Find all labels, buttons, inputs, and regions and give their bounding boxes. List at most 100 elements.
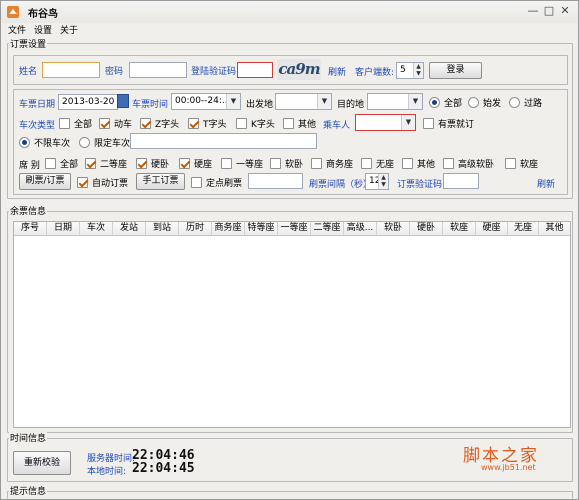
station-radio-passing[interactable]: 过路 — [509, 96, 542, 109]
manual-order-button[interactable]: 手工订票 — [136, 173, 185, 190]
column-header[interactable]: 无座 — [508, 222, 539, 235]
interval-spinner[interactable]: 12 ▲ ▼ — [365, 173, 389, 190]
train-limited-radio[interactable]: 限定车次 — [79, 136, 130, 149]
column-header[interactable]: 历时 — [179, 222, 212, 235]
to-select[interactable]: ▼ — [367, 93, 423, 110]
column-header[interactable]: 发站 — [113, 222, 146, 235]
column-header[interactable]: 到站 — [146, 222, 179, 235]
checkbox-icon — [85, 158, 96, 169]
client-count-spinner[interactable]: 5 ▲ ▼ — [396, 62, 424, 79]
remaining-tickets-table[interactable]: 序号 日期 车次 发站 到站 历时 商务座 特等座 一等座 二等座 高级... … — [13, 221, 571, 428]
has-ticket-checkbox[interactable]: 有票就订 — [423, 117, 474, 130]
column-header[interactable]: 软卧 — [377, 222, 410, 235]
train-type-d-checkbox[interactable]: 动车 — [99, 117, 133, 130]
login-captcha-image[interactable]: ca9m — [277, 59, 321, 80]
name-input[interactable] — [42, 62, 100, 78]
column-header[interactable]: 商务座 — [212, 222, 245, 235]
maximize-button[interactable]: □ — [541, 4, 557, 18]
column-header[interactable]: 序号 — [14, 222, 47, 235]
menu-about[interactable]: 关于 — [60, 23, 78, 36]
time-info-title: 时间信息 — [9, 431, 48, 444]
column-header[interactable]: 一等座 — [278, 222, 311, 235]
seat-soft-seat-label: 软座 — [520, 160, 539, 170]
password-input[interactable] — [129, 62, 187, 78]
column-header[interactable]: 硬卧 — [410, 222, 443, 235]
checkbox-icon — [505, 158, 516, 169]
login-captcha-input[interactable] — [237, 62, 273, 78]
checkbox-icon — [361, 158, 372, 169]
seat-business-checkbox[interactable]: 商务座 — [311, 157, 354, 170]
close-button[interactable]: ✕ — [557, 4, 573, 18]
date-input[interactable]: 2013-03-20 — [58, 94, 118, 110]
seat-deluxe-soft-sleeper-checkbox[interactable]: 高级软卧 — [443, 157, 494, 170]
seat-hard-seat-label: 硬座 — [194, 160, 213, 170]
time-select[interactable]: 00:00--24:... ▼ — [171, 93, 241, 110]
server-time-label: 服务器时间: — [87, 454, 136, 464]
checkbox-icon — [59, 118, 70, 129]
train-type-k-checkbox[interactable]: K字头 — [236, 117, 275, 130]
column-header[interactable]: 特等座 — [245, 222, 278, 235]
seat-label: 席 别 — [19, 161, 40, 171]
station-radio-all[interactable]: 全部 — [429, 96, 462, 109]
refresh-order-button[interactable]: 刷票/订票 — [19, 173, 71, 190]
train-type-t-checkbox[interactable]: T字头 — [188, 117, 227, 130]
seat-no-seat-checkbox[interactable]: 无座 — [361, 157, 394, 170]
chevron-down-icon: ▼ — [408, 94, 422, 109]
train-unlimited-label: 不限车次 — [34, 139, 71, 149]
spinner-arrows-icon[interactable]: ▲ ▼ — [413, 63, 423, 78]
tips-group — [7, 491, 573, 499]
column-header[interactable]: 二等座 — [311, 222, 344, 235]
radio-icon — [79, 137, 90, 148]
seat-soft-sleeper-checkbox[interactable]: 软卧 — [270, 157, 303, 170]
column-header[interactable]: 日期 — [47, 222, 80, 235]
train-type-z-label: Z字头 — [155, 120, 180, 130]
seat-all-checkbox[interactable]: 全部 — [45, 157, 79, 170]
radio-icon — [509, 97, 520, 108]
seat-all-label: 全部 — [60, 160, 79, 170]
timed-refresh-input[interactable] — [248, 173, 303, 189]
seat-business-label: 商务座 — [326, 160, 354, 170]
from-select[interactable]: ▼ — [275, 93, 332, 110]
train-type-d-label: 动车 — [114, 120, 133, 130]
auto-order-checkbox[interactable]: 自动订票 — [77, 176, 128, 189]
menu-settings[interactable]: 设置 — [34, 23, 52, 36]
seat-soft-seat-checkbox[interactable]: 软座 — [505, 157, 539, 170]
spinner-arrows-icon[interactable]: ▲ ▼ — [378, 174, 388, 189]
from-label: 出发地 — [246, 100, 274, 110]
checkbox-icon — [77, 177, 88, 188]
checkbox-icon — [443, 158, 454, 169]
chevron-down-icon: ▼ — [317, 94, 331, 109]
chevron-down-icon: ▼ — [226, 94, 240, 109]
column-header[interactable]: 硬座 — [476, 222, 508, 235]
seat-second-class-checkbox[interactable]: 二等座 — [85, 157, 127, 170]
train-type-other-checkbox[interactable]: 其他 — [283, 117, 316, 130]
train-type-all-checkbox[interactable]: 全部 — [59, 117, 92, 130]
login-button[interactable]: 登录 — [429, 62, 482, 79]
column-header[interactable]: 软座 — [443, 222, 476, 235]
train-unlimited-radio[interactable]: 不限车次 — [19, 136, 71, 149]
station-radio-origin[interactable]: 始发 — [468, 96, 501, 109]
seat-first-class-checkbox[interactable]: 一等座 — [221, 157, 263, 170]
login-captcha-refresh-link[interactable]: 刷新 — [328, 65, 346, 78]
passenger-select[interactable]: ▼ — [355, 114, 416, 131]
menu-file[interactable]: 文件 — [8, 23, 26, 36]
checkbox-icon — [188, 118, 199, 129]
checkbox-icon — [140, 118, 151, 129]
column-header[interactable]: 高级... — [344, 222, 377, 235]
column-header[interactable]: 其他 — [539, 222, 570, 235]
column-header[interactable]: 车次 — [80, 222, 113, 235]
order-captcha-input[interactable] — [443, 173, 479, 189]
checkbox-icon — [179, 158, 190, 169]
radio-icon — [19, 137, 30, 148]
train-number-input[interactable] — [130, 133, 317, 149]
recheck-button[interactable]: 重新校验 — [13, 451, 71, 475]
checkbox-icon — [270, 158, 281, 169]
order-captcha-refresh-link[interactable]: 刷新 — [537, 177, 555, 190]
seat-hard-seat-checkbox[interactable]: 硬座 — [179, 157, 213, 170]
train-type-z-checkbox[interactable]: Z字头 — [140, 117, 180, 130]
seat-hard-sleeper-checkbox[interactable]: 硬卧 — [136, 157, 169, 170]
seat-other-checkbox[interactable]: 其他 — [402, 157, 435, 170]
timed-refresh-checkbox[interactable]: 定点刷票 — [191, 176, 242, 189]
calendar-icon[interactable] — [117, 94, 129, 108]
minimize-button[interactable]: — — [525, 4, 541, 18]
